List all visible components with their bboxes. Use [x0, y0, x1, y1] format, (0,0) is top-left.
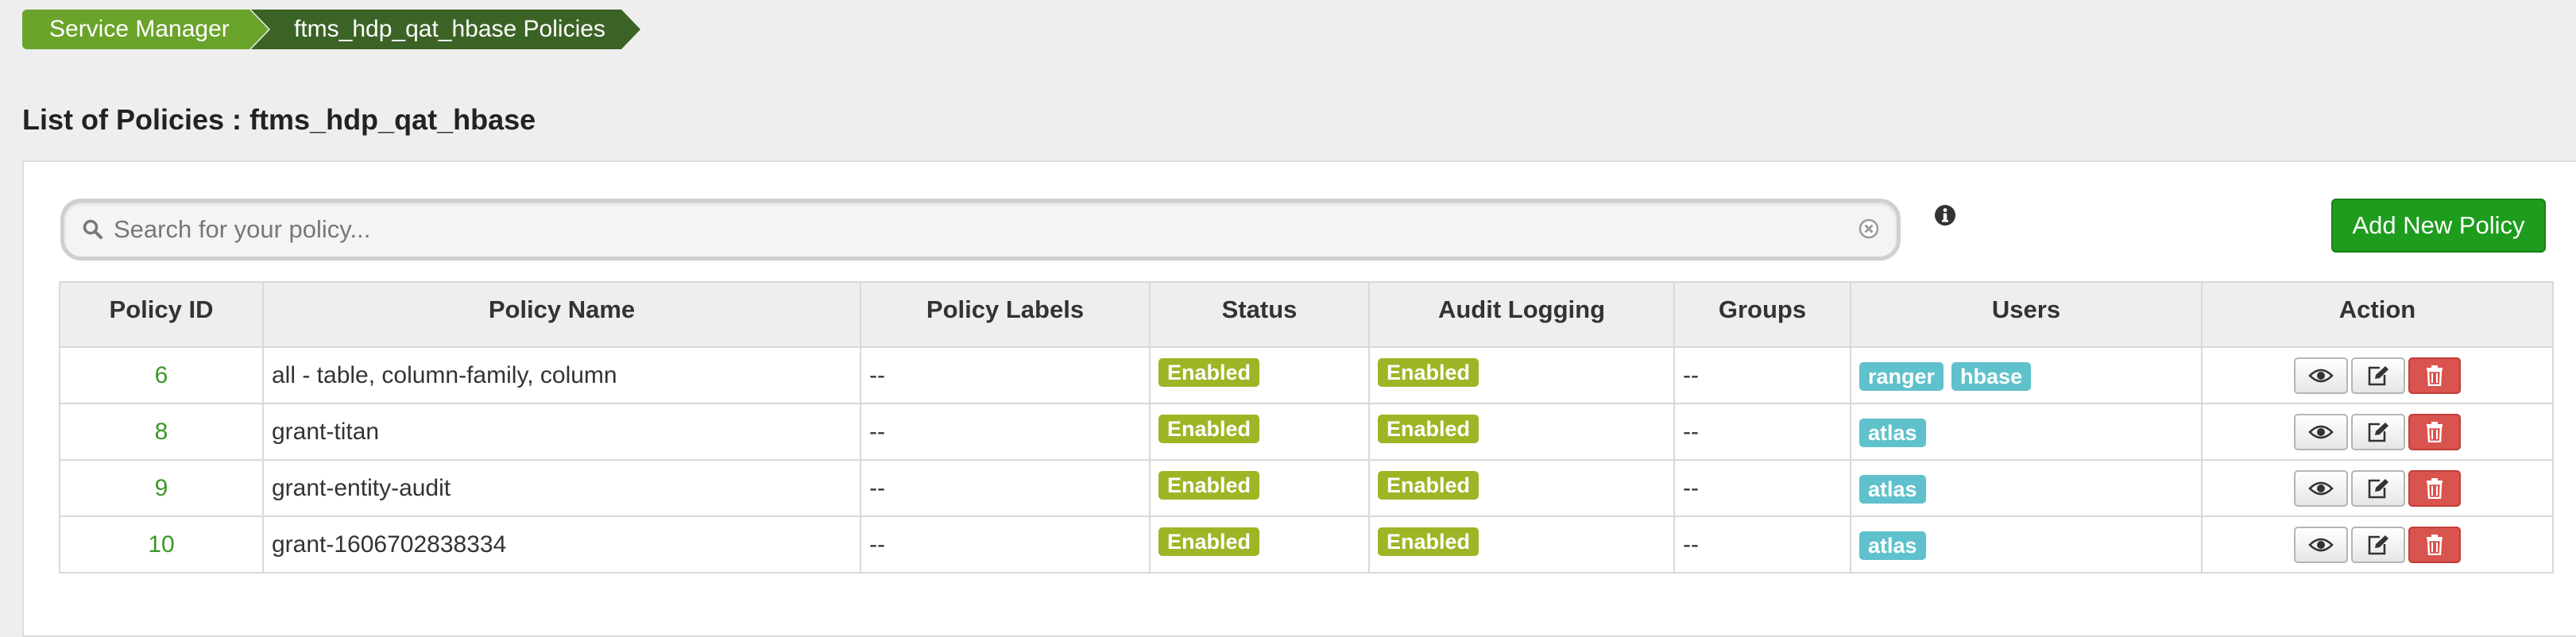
delete-policy-button[interactable]: [2408, 413, 2461, 450]
user-badge: atlas: [1859, 474, 1926, 504]
users-cell: atlas: [1850, 459, 2203, 517]
table-header-row: Policy ID Policy Name Policy Labels Stat…: [59, 281, 2554, 348]
policy-name: all - table, column-family, column: [262, 346, 861, 404]
action-cell: [2201, 515, 2554, 573]
column-header-policy-id[interactable]: Policy ID: [59, 281, 264, 348]
trash-icon: [2427, 534, 2443, 555]
table-row: 6 all - table, column-family, column -- …: [59, 346, 2554, 404]
search-box[interactable]: [60, 199, 1901, 261]
column-header-users: Users: [1850, 281, 2203, 348]
edit-icon: [2368, 478, 2388, 498]
status-badge: Enabled: [1158, 357, 1260, 387]
audit-logging-cell: Enabled: [1368, 459, 1675, 517]
status-badge: Enabled: [1158, 414, 1260, 443]
status-cell: Enabled: [1149, 403, 1370, 461]
info-icon[interactable]: [1933, 203, 1957, 227]
column-header-audit-logging: Audit Logging: [1368, 281, 1675, 348]
groups: --: [1673, 346, 1851, 404]
groups: --: [1673, 403, 1851, 461]
user-badge: ranger: [1859, 361, 1944, 391]
policy-id-link[interactable]: 6: [59, 346, 264, 404]
audit-logging-badge: Enabled: [1378, 414, 1479, 443]
status-badge: Enabled: [1158, 470, 1260, 500]
policy-id-link[interactable]: 10: [59, 515, 264, 573]
eye-icon: [2308, 425, 2334, 438]
edit-policy-button[interactable]: [2351, 526, 2405, 563]
edit-icon: [2368, 535, 2388, 554]
policy-labels: --: [860, 346, 1151, 404]
breadcrumb-service-manager[interactable]: Service Manager: [22, 10, 269, 49]
audit-logging-cell: Enabled: [1368, 403, 1675, 461]
eye-icon: [2308, 481, 2334, 495]
audit-logging-cell: Enabled: [1368, 515, 1675, 573]
status-badge: Enabled: [1158, 527, 1260, 556]
eye-icon: [2308, 538, 2334, 551]
users-cell: ranger hbase: [1850, 346, 2203, 404]
view-policy-button[interactable]: [2294, 469, 2348, 507]
column-header-policy-name[interactable]: Policy Name: [262, 281, 861, 348]
view-policy-button[interactable]: [2294, 357, 2348, 394]
audit-logging-cell: Enabled: [1368, 346, 1675, 404]
search-input[interactable]: [112, 209, 1784, 250]
user-badge: atlas: [1859, 531, 1926, 560]
column-header-policy-labels: Policy Labels: [860, 281, 1151, 348]
policy-name: grant-titan: [262, 403, 861, 461]
users-cell: atlas: [1850, 403, 2203, 461]
status-cell: Enabled: [1149, 515, 1370, 573]
edit-policy-button[interactable]: [2351, 413, 2405, 450]
clear-icon[interactable]: [1859, 218, 1879, 239]
edit-policy-button[interactable]: [2351, 469, 2405, 507]
column-header-status: Status: [1149, 281, 1370, 348]
edit-policy-button[interactable]: [2351, 357, 2405, 394]
groups: --: [1673, 459, 1851, 517]
delete-policy-button[interactable]: [2408, 526, 2461, 563]
column-header-groups: Groups: [1673, 281, 1851, 348]
edit-icon: [2368, 365, 2388, 385]
policy-name: grant-entity-audit: [262, 459, 861, 517]
eye-icon: [2308, 369, 2334, 382]
delete-policy-button[interactable]: [2408, 357, 2461, 394]
policy-id-link[interactable]: 9: [59, 459, 264, 517]
view-policy-button[interactable]: [2294, 526, 2348, 563]
delete-policy-button[interactable]: [2408, 469, 2461, 507]
policy-table: Policy ID Policy Name Policy Labels Stat…: [59, 281, 2554, 573]
status-cell: Enabled: [1149, 346, 1370, 404]
view-policy-button[interactable]: [2294, 413, 2348, 450]
policy-labels: --: [860, 459, 1151, 517]
policy-labels: --: [860, 515, 1151, 573]
audit-logging-badge: Enabled: [1378, 470, 1479, 500]
audit-logging-badge: Enabled: [1378, 527, 1479, 556]
policy-id-link[interactable]: 8: [59, 403, 264, 461]
audit-logging-badge: Enabled: [1378, 357, 1479, 387]
action-cell: [2201, 459, 2554, 517]
page-title: List of Policies : ftms_hdp_qat_hbase: [22, 103, 536, 136]
table-row: 10 grant-1606702838334 -- Enabled Enable…: [59, 515, 2554, 573]
add-new-policy-button[interactable]: Add New Policy: [2331, 199, 2546, 253]
action-cell: [2201, 403, 2554, 461]
policy-name: grant-1606702838334: [262, 515, 861, 573]
action-cell: [2201, 346, 2554, 404]
breadcrumb-service-policies[interactable]: ftms_hdp_qat_hbase Policies: [251, 10, 640, 49]
search-icon: [82, 218, 104, 241]
groups: --: [1673, 515, 1851, 573]
trash-icon: [2427, 477, 2443, 499]
status-cell: Enabled: [1149, 459, 1370, 517]
user-badge: hbase: [1951, 361, 2032, 391]
table-row: 9 grant-entity-audit -- Enabled Enabled …: [59, 459, 2554, 517]
edit-icon: [2368, 422, 2388, 442]
column-header-action: Action: [2201, 281, 2554, 348]
table-row: 8 grant-titan -- Enabled Enabled -- atla…: [59, 403, 2554, 461]
user-badge: atlas: [1859, 418, 1926, 447]
trash-icon: [2427, 421, 2443, 442]
policy-labels: --: [860, 403, 1151, 461]
trash-icon: [2427, 365, 2443, 386]
users-cell: atlas: [1850, 515, 2203, 573]
